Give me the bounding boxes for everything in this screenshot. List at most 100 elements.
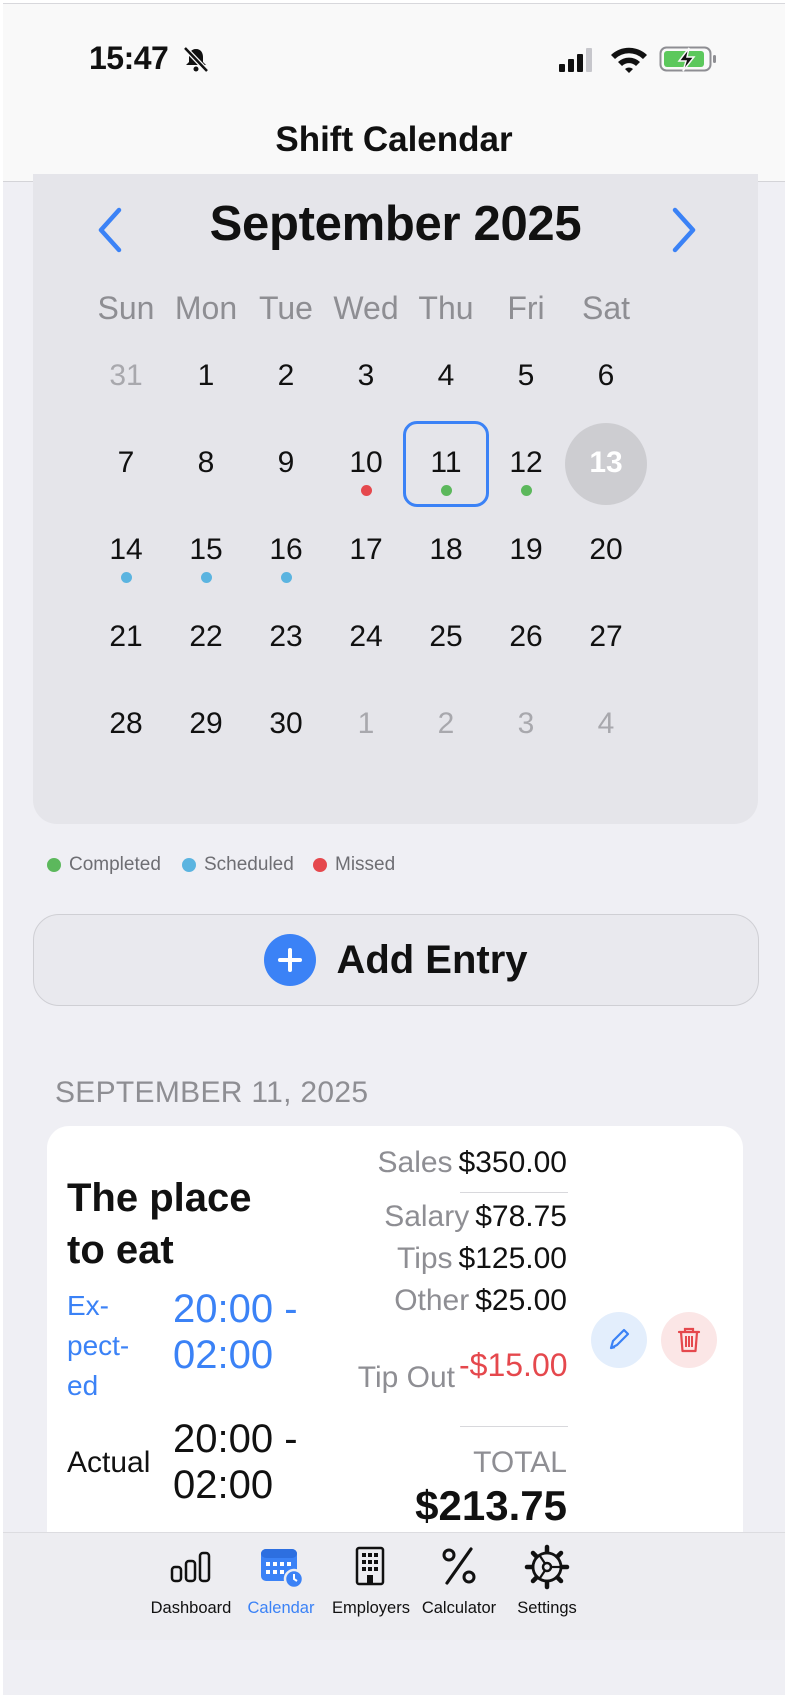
tips-row: Tips $125.00 — [397, 1242, 567, 1276]
page-title: Shift Calendar — [275, 120, 513, 159]
sales-value: $350.00 — [458, 1146, 567, 1179]
chevron-right-icon[interactable] — [661, 202, 705, 258]
calendar-day[interactable]: 5 — [483, 334, 569, 420]
day-number: 4 — [597, 707, 615, 740]
total-value: $213.75 — [415, 1482, 567, 1529]
month-calendar: September 2025 Sun Mon Tue Wed Thu Fri Sat 31 1… — [33, 174, 758, 824]
calendar-day[interactable]: 12 — [483, 421, 569, 507]
tab-settings[interactable]: Settings — [499, 1543, 595, 1635]
edit-button[interactable] — [591, 1312, 647, 1368]
calendar-day[interactable]: 15 — [163, 508, 249, 594]
calendar-day[interactable]: 14 — [83, 508, 169, 594]
day-number: 6 — [597, 359, 615, 392]
calendar-day[interactable]: 21 — [83, 595, 169, 681]
day-number: 25 — [429, 620, 463, 653]
legend-scheduled: Scheduled — [182, 854, 294, 876]
calendar-day[interactable]: 3 — [323, 334, 409, 420]
battery-charging-icon — [659, 46, 716, 72]
calendar-day[interactable]: 30 — [243, 682, 329, 768]
calendar-day[interactable]: 23 — [243, 595, 329, 681]
tip-out-value: -$15.00 — [459, 1347, 568, 1383]
gear-icon — [524, 1544, 570, 1590]
day-number: 17 — [349, 533, 383, 566]
divider — [460, 1192, 568, 1193]
tab-label: Settings — [517, 1599, 577, 1617]
calendar-day-today[interactable]: 13 — [563, 421, 649, 507]
delete-button[interactable] — [661, 1312, 717, 1368]
calendar-day[interactable]: 16 — [243, 508, 329, 594]
tab-label: Calculator — [421, 1599, 497, 1617]
calendar-day[interactable]: 20 — [563, 508, 649, 594]
calendar-day[interactable]: 2 — [243, 334, 329, 420]
actual-time: 20:00 - 02:00 — [173, 1417, 298, 1507]
completed-dot-icon — [47, 858, 61, 872]
dashboard-icon — [170, 1551, 211, 1583]
total-label: TOTAL — [473, 1446, 567, 1479]
calendar-day[interactable]: 3 — [483, 682, 569, 768]
calendar-day[interactable]: 31 — [83, 334, 169, 420]
calendar-day[interactable]: 24 — [323, 595, 409, 681]
calendar-day[interactable]: 9 — [243, 421, 329, 507]
divider — [460, 1426, 568, 1427]
calendar-day[interactable]: 1 — [163, 334, 249, 420]
tips-label: Tips — [396, 1242, 453, 1275]
employer-name: The place to eat — [67, 1176, 252, 1272]
scheduled-dot-icon — [281, 572, 292, 583]
building-icon — [355, 1546, 385, 1586]
weekday-label: Tue — [259, 290, 313, 326]
tab-calculator[interactable]: Calculator — [411, 1543, 507, 1635]
plus-circle-icon — [264, 934, 317, 986]
calendar-day[interactable]: 19 — [483, 508, 569, 594]
calendar-day[interactable]: 18 — [403, 508, 489, 594]
day-number: 27 — [589, 620, 623, 653]
other-value: $25.00 — [475, 1284, 567, 1317]
calendar-day[interactable]: 22 — [163, 595, 249, 681]
calendar-day[interactable]: 4 — [563, 682, 649, 768]
other-row: Other $25.00 — [394, 1284, 567, 1318]
calendar-day[interactable]: 4 — [403, 334, 489, 420]
pencil-icon — [609, 1328, 630, 1350]
calendar-day[interactable]: 10 — [323, 421, 409, 507]
calendar-day[interactable]: 2 — [403, 682, 489, 768]
sales-row: Sales $350.00 — [378, 1146, 568, 1180]
day-number: 11 — [430, 446, 462, 479]
calendar-day[interactable]: 28 — [83, 682, 169, 768]
day-number: 3 — [357, 359, 375, 392]
calendar-day-selected[interactable]: 11 — [403, 421, 489, 507]
calendar-day[interactable]: 6 — [563, 334, 649, 420]
cellular-signal-icon — [559, 48, 592, 72]
day-number: 4 — [437, 359, 455, 392]
day-number: 24 — [349, 620, 383, 653]
scheduled-dot-icon — [121, 572, 132, 583]
day-number: 1 — [197, 359, 215, 392]
shift-entry-card[interactable]: The place to eat Ex-pect-ed 20:00 - 02:0… — [47, 1126, 743, 1586]
completed-dot-icon — [441, 485, 452, 496]
day-number: 8 — [197, 446, 215, 479]
add-entry-button[interactable]: Add Entry — [33, 914, 759, 1006]
calendar-day[interactable]: 29 — [163, 682, 249, 768]
day-number: 23 — [269, 620, 303, 653]
day-number: 10 — [349, 446, 383, 479]
weekday-label: Thu — [418, 290, 474, 326]
day-number: 28 — [109, 707, 143, 740]
calendar-day[interactable]: 25 — [403, 595, 489, 681]
calendar-day[interactable]: 27 — [563, 595, 649, 681]
weekday-label: Sun — [97, 290, 155, 326]
tab-employers[interactable]: Employers — [323, 1543, 419, 1635]
tab-calendar[interactable]: Calendar — [233, 1543, 329, 1635]
calendar-day[interactable]: 7 — [83, 421, 169, 507]
tip-out-label: Tip Out — [357, 1361, 455, 1394]
month-title: September 2025 — [209, 197, 582, 251]
other-label: Other — [394, 1284, 470, 1317]
calendar-icon — [261, 1549, 305, 1590]
legend-label: Completed — [69, 854, 161, 875]
tab-dashboard[interactable]: Dashboard — [143, 1543, 239, 1635]
day-number: 13 — [589, 446, 623, 479]
app-screen: 15:47 Shift Calendar September 2025 Sun … — [3, 3, 785, 1695]
calendar-day[interactable]: 26 — [483, 595, 569, 681]
scheduled-dot-icon — [201, 572, 212, 583]
calendar-day[interactable]: 17 — [323, 508, 409, 594]
legend-completed: Completed — [47, 854, 161, 876]
calendar-day[interactable]: 1 — [323, 682, 409, 768]
calendar-day[interactable]: 8 — [163, 421, 249, 507]
